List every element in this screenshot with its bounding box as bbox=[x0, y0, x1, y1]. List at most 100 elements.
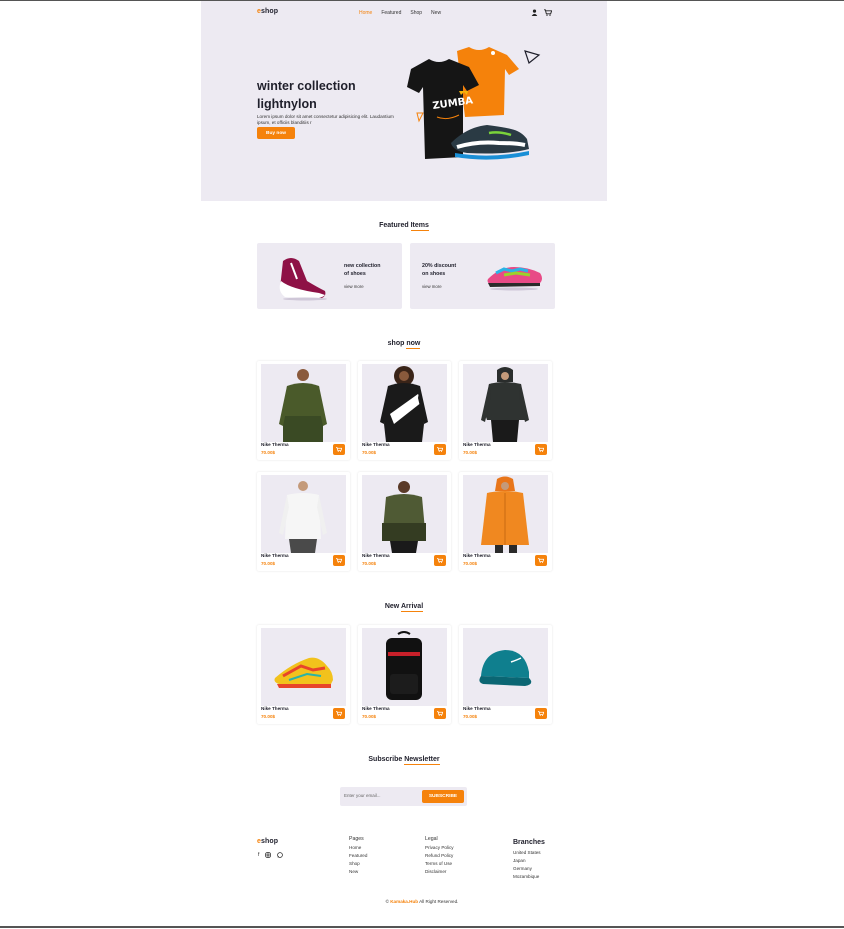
branch-item: Mozambique bbox=[513, 874, 540, 879]
add-to-cart-button[interactable] bbox=[535, 708, 547, 719]
featured-card-shoes[interactable]: new collection of shoes view more bbox=[257, 243, 402, 309]
product-card[interactable]: Nike Therma 70.00$ bbox=[459, 472, 552, 571]
facebook-icon[interactable]: f bbox=[258, 852, 259, 858]
whatsapp-icon[interactable] bbox=[277, 852, 284, 858]
add-to-cart-button[interactable] bbox=[535, 444, 547, 455]
product-price: 70.00$ bbox=[261, 450, 276, 455]
featured-card-discount[interactable]: 20% discount on shoes view more bbox=[410, 243, 555, 309]
add-to-cart-button[interactable] bbox=[434, 555, 446, 566]
email-input[interactable]: Enter your email... bbox=[344, 793, 381, 798]
cart-icon bbox=[437, 711, 443, 716]
product-name: Nike Therma bbox=[261, 706, 289, 711]
hero-description: Lorem ipsum dolor sit amet consectetur a… bbox=[257, 114, 394, 125]
footer-branches: Branches United States Japan Germany Moz… bbox=[513, 838, 545, 881]
cart-icon[interactable] bbox=[544, 9, 552, 16]
product-name: Nike Therma bbox=[362, 706, 390, 711]
product-image bbox=[261, 364, 346, 442]
product-image bbox=[261, 475, 346, 553]
cart-icon bbox=[437, 447, 443, 452]
branch-item: Japan bbox=[513, 858, 526, 863]
product-name: Nike Therma bbox=[463, 553, 491, 558]
product-name: Nike Therma bbox=[362, 442, 390, 447]
newsletter-section-title: Subscribe Newsletter bbox=[368, 756, 440, 765]
footer-heading: Legal bbox=[425, 836, 438, 842]
footer-legal: Legal Privacy Policy Refund Policy Terms… bbox=[425, 835, 454, 876]
product-price: 70.00$ bbox=[463, 450, 478, 455]
product-name: Nike Therma bbox=[261, 553, 289, 558]
footer-link-terms[interactable]: Terms of Use bbox=[425, 860, 454, 868]
add-to-cart-button[interactable] bbox=[434, 444, 446, 455]
product-price: 70.00$ bbox=[463, 714, 478, 719]
product-card[interactable]: Nike Therma 70.00$ bbox=[257, 472, 350, 571]
product-card[interactable]: Nike Therma 70.00$ bbox=[358, 472, 451, 571]
cart-icon bbox=[336, 558, 342, 563]
add-to-cart-button[interactable] bbox=[333, 444, 345, 455]
footer-link-shop[interactable]: Shop bbox=[349, 860, 367, 868]
footer-heading: Branches bbox=[513, 839, 545, 846]
nav-new[interactable]: New bbox=[431, 10, 441, 16]
product-image bbox=[463, 475, 548, 553]
featured-card-title: new collection of shoes bbox=[344, 263, 381, 277]
hero-product-image: ZUMBA bbox=[407, 47, 541, 160]
hero-section: eshop Home Featured Shop New winter coll… bbox=[201, 1, 607, 201]
product-image bbox=[463, 628, 548, 706]
shoe-image bbox=[487, 267, 542, 291]
nav-featured[interactable]: Featured bbox=[381, 10, 401, 16]
footer-link-refund[interactable]: Refund Policy bbox=[425, 852, 454, 860]
cart-icon bbox=[538, 447, 544, 452]
product-card[interactable]: Nike Therma 70.00$ bbox=[257, 361, 350, 460]
add-to-cart-button[interactable] bbox=[333, 555, 345, 566]
logo[interactable]: eshop bbox=[257, 8, 278, 15]
branch-item: United States bbox=[513, 850, 541, 855]
footer-link-disclaimer[interactable]: Disclaimer bbox=[425, 868, 454, 876]
footer-link-new[interactable]: New bbox=[349, 868, 367, 876]
branch-item: Germany bbox=[513, 866, 532, 871]
footer-logo[interactable]: eshop bbox=[257, 838, 278, 845]
footer-link-home[interactable]: Home bbox=[349, 844, 367, 852]
product-card[interactable]: Nike Therma 70.00$ bbox=[459, 625, 552, 724]
product-name: Nike Therma bbox=[362, 553, 390, 558]
product-image bbox=[362, 628, 447, 706]
product-card[interactable]: Nike Therma 70.00$ bbox=[257, 625, 350, 724]
hero-title: winter collection lightnylon bbox=[257, 79, 356, 111]
buy-now-button[interactable]: Buy now bbox=[257, 127, 295, 139]
featured-card-title: 20% discount on shoes bbox=[422, 263, 457, 277]
view-more-link[interactable]: view more bbox=[344, 284, 364, 289]
shop-section-title: shop now bbox=[387, 340, 421, 349]
product-price: 70.00$ bbox=[362, 450, 377, 455]
cart-icon bbox=[538, 711, 544, 716]
product-name: Nike Therma bbox=[463, 706, 491, 711]
cart-icon bbox=[437, 558, 443, 563]
view-more-link[interactable]: view more bbox=[422, 284, 442, 289]
footer-link-privacy[interactable]: Privacy Policy bbox=[425, 844, 454, 852]
copyright: © Kamaka.Hub All Right Reserved. bbox=[385, 899, 459, 904]
product-image bbox=[463, 364, 548, 442]
nav-home[interactable]: Home bbox=[359, 10, 372, 16]
product-price: 70.00$ bbox=[362, 714, 377, 719]
cart-icon bbox=[336, 447, 342, 452]
featured-section-title: Featured Items bbox=[379, 222, 429, 231]
window-bottom-border bbox=[0, 926, 844, 928]
product-price: 70.00$ bbox=[261, 714, 276, 719]
product-card[interactable]: Nike Therma 70.00$ bbox=[358, 625, 451, 724]
shoe-image bbox=[279, 258, 327, 301]
footer-link-featured[interactable]: Featured bbox=[349, 852, 367, 860]
product-name: Nike Therma bbox=[463, 442, 491, 447]
instagram-icon[interactable] bbox=[265, 852, 272, 858]
product-card[interactable]: Nike Therma 70.00$ bbox=[459, 361, 552, 460]
footer-heading: Pages bbox=[349, 836, 364, 842]
add-to-cart-button[interactable] bbox=[434, 708, 446, 719]
social-links: f bbox=[258, 852, 284, 858]
product-price: 70.00$ bbox=[362, 561, 377, 566]
product-price: 70.00$ bbox=[463, 561, 478, 566]
user-icon[interactable] bbox=[531, 9, 538, 16]
product-card[interactable]: Nike Therma 70.00$ bbox=[358, 361, 451, 460]
footer-pages: Pages Home Featured Shop New bbox=[349, 835, 367, 876]
add-to-cart-button[interactable] bbox=[333, 708, 345, 719]
newsletter-form: Enter your email... SUBSCRIBE bbox=[340, 787, 467, 806]
nav-shop[interactable]: Shop bbox=[410, 10, 422, 16]
subscribe-button[interactable]: SUBSCRIBE bbox=[422, 790, 464, 803]
add-to-cart-button[interactable] bbox=[535, 555, 547, 566]
arrival-section-title: New Arrival bbox=[384, 603, 424, 612]
main-nav: Home Featured Shop New bbox=[359, 10, 441, 16]
